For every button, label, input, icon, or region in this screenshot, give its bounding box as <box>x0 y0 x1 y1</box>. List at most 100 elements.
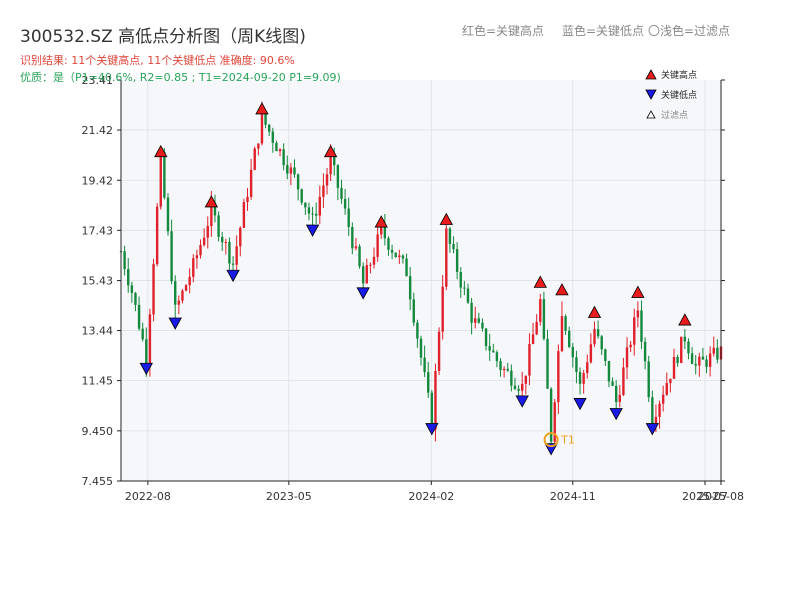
candle-body <box>564 316 567 331</box>
candle-body <box>242 202 246 228</box>
candle-body <box>647 361 650 398</box>
x-tick-label: 2022-08 <box>125 490 171 503</box>
candle-body <box>343 198 347 209</box>
candle-body <box>687 341 690 354</box>
candle-body <box>437 331 441 371</box>
candle-body <box>557 351 560 403</box>
candle-body <box>495 352 499 362</box>
candle-body <box>575 357 578 372</box>
candle-body <box>593 329 596 345</box>
candle-body <box>221 236 224 243</box>
candle-body <box>542 299 546 339</box>
candle-body <box>318 196 321 216</box>
candle-body <box>669 378 672 384</box>
top-legend-filtered: 〇浅色=过滤点 <box>648 24 731 38</box>
candle-body <box>365 265 368 284</box>
candle-body <box>155 206 159 265</box>
candle-body <box>640 310 643 342</box>
candle-body <box>423 357 426 373</box>
candle-body <box>535 321 538 335</box>
x-tick-label: 2024-02 <box>408 490 454 503</box>
candle-body <box>607 360 611 382</box>
triangle-down-icon <box>645 89 657 100</box>
candle-body <box>329 155 332 175</box>
candle-body <box>521 383 524 391</box>
triangle-outline-icon <box>646 110 656 119</box>
candle-body <box>665 383 668 395</box>
candle-body <box>589 344 593 363</box>
candle-body <box>434 370 437 430</box>
candle-body <box>235 246 238 265</box>
candle-body <box>484 328 488 347</box>
candle-body <box>672 356 676 379</box>
y-tick-label: 11.45 <box>82 375 114 388</box>
candle-body <box>502 368 506 371</box>
candle-body <box>217 215 220 237</box>
candle-body <box>470 302 473 323</box>
candle-body <box>267 124 271 132</box>
candle-body <box>488 346 491 351</box>
candle-body <box>477 318 481 323</box>
candle-body <box>466 288 470 303</box>
candle-body <box>600 336 603 350</box>
candle-body <box>325 174 329 186</box>
top-legend-high: 红色=关键高点 <box>462 24 545 38</box>
candle-body <box>228 241 231 264</box>
candle-body <box>249 169 253 197</box>
candle-body <box>340 187 343 199</box>
candle-body <box>181 290 184 301</box>
candle-body <box>289 167 293 174</box>
candle-body <box>582 373 585 384</box>
candle-body <box>123 251 126 270</box>
candle-body <box>398 255 401 258</box>
candle-body <box>152 264 155 315</box>
candle-body <box>369 264 372 266</box>
top-legend-low: 蓝色=关键低点 <box>562 24 645 38</box>
candle-body <box>499 361 502 371</box>
candle-body <box>163 152 166 198</box>
candle-body <box>127 269 130 286</box>
candle-body <box>567 330 571 347</box>
candle-body <box>455 249 459 273</box>
candle-body <box>130 285 134 293</box>
candle-body <box>184 285 188 291</box>
candle-body <box>445 228 448 287</box>
y-tick-label: 9.450 <box>82 425 114 438</box>
candle-body <box>441 286 444 332</box>
legend-label: 关键高点 <box>661 70 698 81</box>
candle-body <box>539 299 542 322</box>
recognition-summary: 识别结果: 11个关键高点, 11个关键低点 准确度: 90.6% <box>20 54 295 67</box>
y-tick-label: 17.43 <box>82 224 114 237</box>
candle-body <box>448 228 452 244</box>
legend-label: 过滤点 <box>661 110 689 121</box>
candle-body <box>517 388 520 391</box>
candle-body <box>705 359 708 367</box>
candle-body <box>311 213 314 215</box>
candle-body <box>145 339 148 365</box>
candle-body <box>358 246 361 267</box>
candle-body <box>560 316 564 352</box>
candle-body <box>618 394 621 403</box>
candle-body <box>586 362 589 374</box>
candle-body <box>629 344 632 348</box>
candle-body <box>524 375 528 384</box>
candle-body <box>427 372 430 393</box>
t1-label: T1 <box>560 434 575 447</box>
candle-body <box>412 299 415 323</box>
candle-body <box>199 244 202 256</box>
candle-body <box>690 353 694 364</box>
candle-body <box>174 281 177 305</box>
candle-body <box>401 255 405 259</box>
y-tick-label: 15.43 <box>82 275 114 288</box>
candle-body <box>474 318 477 323</box>
candle-body <box>188 276 191 286</box>
candle-body <box>528 343 531 376</box>
candle-body <box>278 149 282 152</box>
candle-body <box>694 363 697 366</box>
candle-body <box>481 322 484 329</box>
legend-label: 关键低点 <box>661 90 698 101</box>
candle-body <box>680 336 683 363</box>
candle-body <box>712 347 715 354</box>
candle-body <box>192 258 195 277</box>
candle-body <box>361 266 365 284</box>
